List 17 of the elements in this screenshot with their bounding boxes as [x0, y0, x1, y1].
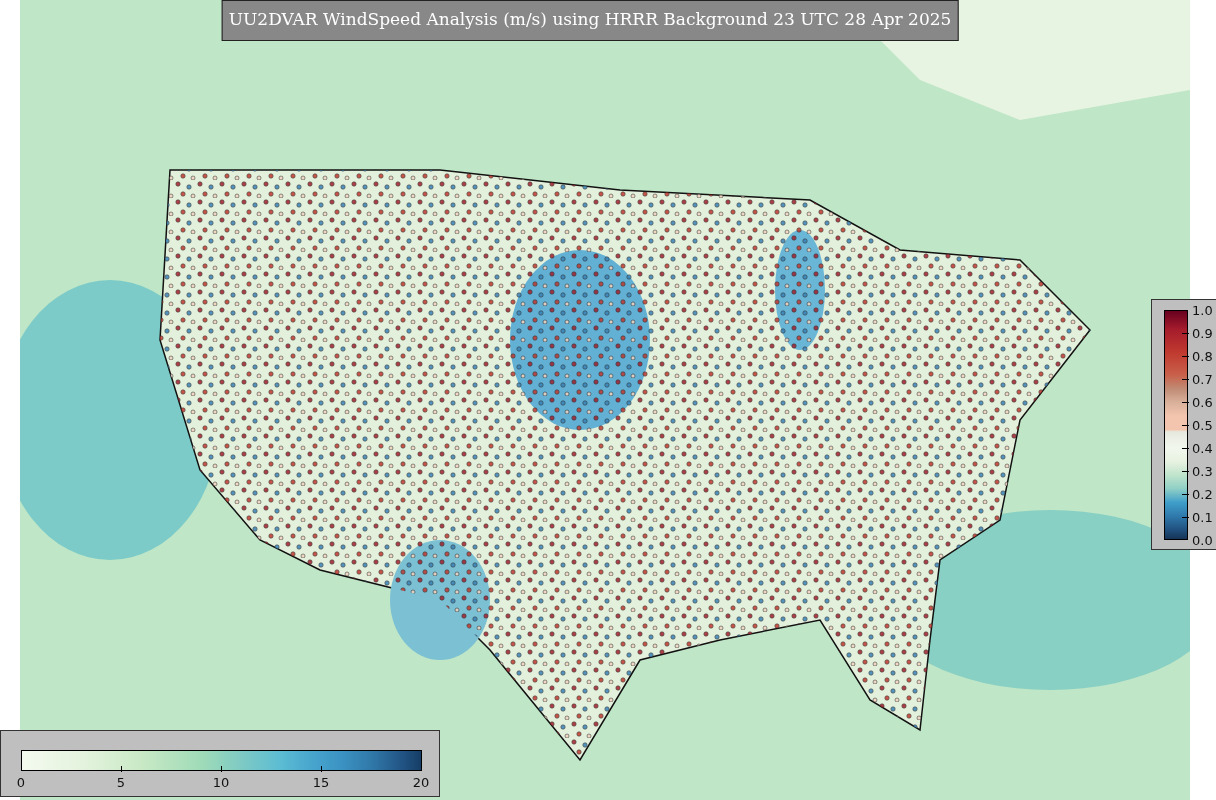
scale-label: 10	[212, 776, 230, 789]
scale-label: 0.7	[1192, 373, 1213, 386]
scale-label: 0.0	[1192, 534, 1213, 547]
scale-label: 0.8	[1192, 350, 1213, 363]
scale-label: 0.9	[1192, 327, 1213, 340]
scale-label: 0.6	[1192, 396, 1213, 409]
scale-label: 15	[312, 776, 330, 789]
scale-label: 0.5	[1192, 419, 1213, 432]
scale-label: 5	[116, 776, 126, 789]
scale-label: 0.1	[1192, 511, 1213, 524]
scale-label: 20	[412, 776, 430, 789]
scale-label: 0.3	[1192, 465, 1213, 478]
scale-label: 0.4	[1192, 442, 1213, 455]
scale-label: 0.2	[1192, 488, 1213, 501]
map-title: UU2DVAR WindSpeed Analysis (m/s) using HRRR Background 23 UTC 28 Apr 2025	[221, 0, 959, 41]
scale-label: 1.0	[1192, 304, 1213, 317]
scale-label: 0	[16, 776, 26, 789]
